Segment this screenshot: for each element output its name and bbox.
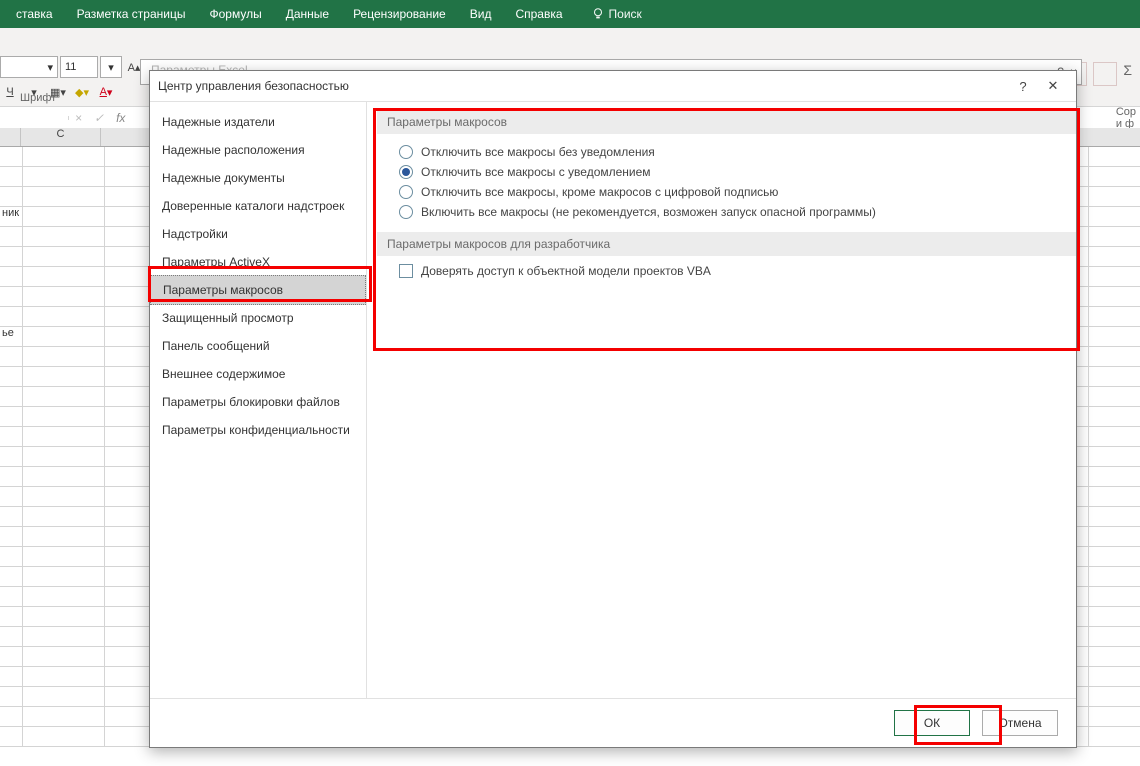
ribbon-group-font-label: Шрифт: [20, 92, 56, 104]
dialog-title: Центр управления безопасностью: [158, 79, 1008, 93]
format-icon[interactable]: [1093, 62, 1117, 86]
ribbon-search-label: Поиск: [609, 7, 642, 21]
font-size-dropdown[interactable]: ▾: [100, 56, 122, 78]
radio-label: Отключить все макросы без уведомления: [421, 145, 655, 159]
sidebar-item-trusted-publishers[interactable]: Надежные издатели: [150, 108, 366, 136]
font-name-box[interactable]: ▾: [0, 56, 58, 78]
trust-center-content: Параметры макросов Отключить все макросы…: [367, 102, 1076, 698]
ribbon-tab[interactable]: Справка: [503, 1, 574, 27]
sidebar-item-addins[interactable]: Надстройки: [150, 220, 366, 248]
fill-color-button[interactable]: ◆▾: [72, 82, 92, 102]
radio-label: Включить все макросы (не рекомендуется, …: [421, 205, 876, 219]
radio-icon: [399, 185, 413, 199]
col-header[interactable]: C: [21, 128, 101, 146]
trust-center-sidebar: Надежные издатели Надежные расположения …: [150, 102, 367, 698]
ribbon-tab[interactable]: ставка: [4, 1, 65, 27]
radio-icon: [399, 165, 413, 179]
font-color-button[interactable]: A▾: [96, 82, 116, 102]
sidebar-item-trusted-documents[interactable]: Надежные документы: [150, 164, 366, 192]
help-icon[interactable]: ?: [1008, 79, 1038, 94]
ribbon-tab[interactable]: Формулы: [197, 1, 273, 27]
ribbon-tab[interactable]: Данные: [274, 1, 341, 27]
radio-icon: [399, 145, 413, 159]
sidebar-item-trusted-locations[interactable]: Надежные расположения: [150, 136, 366, 164]
close-icon[interactable]: ✕: [1038, 78, 1068, 94]
name-box[interactable]: [0, 116, 69, 120]
ribbon-tabs: ставка Разметка страницы Формулы Данные …: [0, 0, 1140, 28]
underline-button[interactable]: Ч: [0, 82, 20, 102]
sidebar-item-file-block[interactable]: Параметры блокировки файлов: [150, 388, 366, 416]
bulb-icon: [591, 7, 605, 21]
radio-disable-no-notify[interactable]: Отключить все макросы без уведомления: [399, 142, 1076, 162]
radio-label: Отключить все макросы с уведомлением: [421, 165, 651, 179]
checkbox-icon: [399, 264, 413, 278]
sidebar-item-activex[interactable]: Параметры ActiveX: [150, 248, 366, 276]
cancel-button[interactable]: Отмена: [982, 710, 1058, 736]
enter-icon[interactable]: ✓: [88, 111, 110, 125]
ok-button[interactable]: ОК: [894, 710, 970, 736]
ribbon-search[interactable]: Поиск: [575, 7, 642, 21]
radio-icon: [399, 205, 413, 219]
sidebar-item-message-bar[interactable]: Панель сообщений: [150, 332, 366, 360]
font-size-box[interactable]: 11: [60, 56, 98, 78]
fx-icon[interactable]: fx: [110, 111, 131, 125]
checkbox-trust-vba[interactable]: Доверять доступ к объектной модели проек…: [377, 256, 1076, 278]
section-developer-macro: Параметры макросов для разработчика: [377, 232, 1076, 256]
sidebar-item-macro-settings[interactable]: Параметры макросов: [150, 275, 366, 305]
ribbon-tab[interactable]: Разметка страницы: [65, 1, 198, 27]
ribbon-tab[interactable]: Рецензирование: [341, 1, 458, 27]
macro-radio-group: Отключить все макросы без уведомления От…: [377, 134, 1076, 232]
radio-disable-except-signed[interactable]: Отключить все макросы, кроме макросов с …: [399, 182, 1076, 202]
col-header[interactable]: [0, 128, 21, 146]
checkbox-label: Доверять доступ к объектной модели проек…: [421, 264, 711, 278]
sidebar-item-protected-view[interactable]: Защищенный просмотр: [150, 304, 366, 332]
sidebar-item-privacy[interactable]: Параметры конфиденциальности: [150, 416, 366, 444]
radio-enable-all[interactable]: Включить все макросы (не рекомендуется, …: [399, 202, 1076, 222]
radio-label: Отключить все макросы, кроме макросов с …: [421, 185, 778, 199]
ribbon-tab[interactable]: Вид: [458, 1, 504, 27]
section-macro-settings: Параметры макросов: [377, 110, 1076, 134]
radio-disable-with-notify[interactable]: Отключить все макросы с уведомлением: [399, 162, 1076, 182]
sidebar-item-trusted-addin-catalogs[interactable]: Доверенные каталоги надстроек: [150, 192, 366, 220]
sum-icon[interactable]: Σ: [1123, 62, 1132, 78]
trust-center-dialog: Центр управления безопасностью ? ✕ Надеж…: [149, 70, 1077, 748]
dialog-buttons: ОК Отмена: [150, 698, 1076, 747]
cancel-icon[interactable]: ×: [69, 111, 88, 125]
sidebar-item-external-content[interactable]: Внешнее содержимое: [150, 360, 366, 388]
dialog-titlebar: Центр управления безопасностью ? ✕: [150, 71, 1076, 102]
